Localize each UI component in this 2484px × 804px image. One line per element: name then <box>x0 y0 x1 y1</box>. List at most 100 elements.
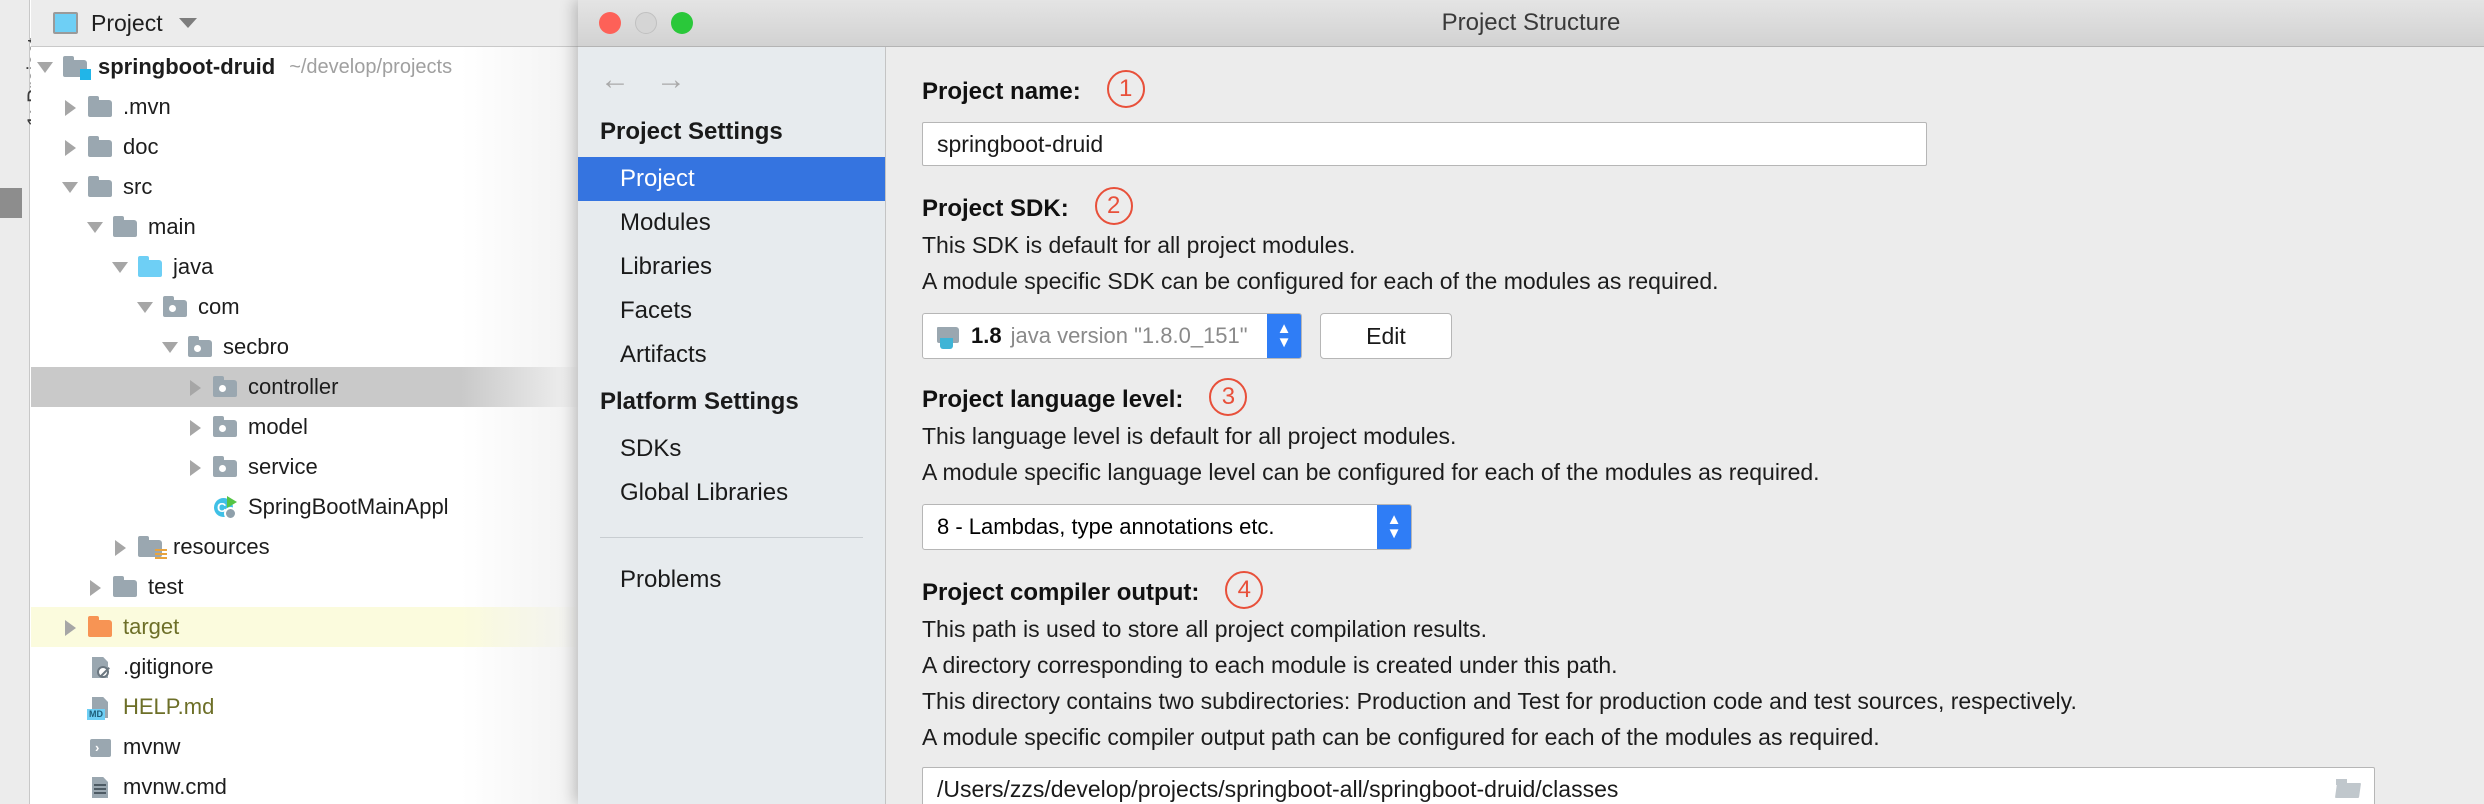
annotation-marker-4: 4 <box>1225 571 1264 609</box>
target-folder-icon <box>88 616 114 638</box>
tree-row[interactable]: resources <box>31 527 581 567</box>
tree-item-label: test <box>148 574 184 599</box>
package-folder-icon <box>163 296 189 318</box>
tree-row[interactable]: springboot-druid ~/develop/projects <box>31 47 581 87</box>
ignored-file-icon <box>88 656 114 678</box>
stepper-arrows-icon[interactable]: ▲ ▼ <box>1267 314 1301 358</box>
chevron-down-icon[interactable] <box>137 298 155 316</box>
project-toolwindow-header: Project <box>31 0 581 47</box>
tree-row[interactable]: MD HELP.md <box>31 687 581 727</box>
tree-item-label: springboot-druid <box>98 54 276 79</box>
project-name-input[interactable]: springboot-druid <box>922 122 1927 166</box>
tree-row[interactable]: doc <box>31 127 581 167</box>
sdk-version-value: 1.8 <box>971 323 1002 348</box>
tree-row[interactable]: test <box>31 567 581 607</box>
language-level-dropdown[interactable]: 8 - Lambdas, type annotations etc. ▲ ▼ <box>922 504 1412 550</box>
dialog-content-panel: Project name: 1 springboot-druid Project… <box>886 47 2484 804</box>
language-level-label: Project language level: <box>922 386 1184 413</box>
section-project-language-level: Project language level: 3 This language … <box>922 378 2484 550</box>
tree-item-label: main <box>148 214 196 239</box>
tree-item-label: controller <box>248 374 339 399</box>
chevron-right-icon[interactable] <box>62 618 80 636</box>
tree-item-label: SpringBootMainAppl <box>248 494 449 519</box>
chevron-right-icon[interactable] <box>87 578 105 596</box>
tree-item-label: secbro <box>223 334 290 359</box>
sidebar-item-artifacts[interactable]: Artifacts <box>578 333 885 377</box>
chevron-down-icon[interactable] <box>112 258 130 276</box>
chevron-right-icon[interactable] <box>187 378 205 396</box>
tool-window-handle[interactable] <box>0 188 22 218</box>
project-sdk-description-line1: This SDK is default for all project modu… <box>922 232 1356 258</box>
back-arrow-icon[interactable]: ← <box>600 65 630 95</box>
sidebar-item-modules[interactable]: Modules <box>578 201 885 245</box>
tree-row[interactable]: secbro <box>31 327 581 367</box>
project-structure-dialog: Project Structure ← → Project Settings P… <box>578 0 2484 804</box>
tree-row[interactable]: service <box>31 447 581 487</box>
chevron-right-icon[interactable] <box>187 458 205 476</box>
sidebar-item-project[interactable]: Project <box>578 157 885 201</box>
sidebar-item-facets[interactable]: Facets <box>578 289 885 333</box>
sidebar-item-global-libraries[interactable]: Global Libraries <box>578 471 885 515</box>
browse-folder-icon[interactable] <box>2336 779 2362 799</box>
dialog-title: Project Structure <box>1441 9 1621 36</box>
tree-row[interactable]: model <box>31 407 581 447</box>
tree-row[interactable]: › mvnw <box>31 727 581 767</box>
chevron-right-icon[interactable] <box>62 138 80 156</box>
tree-item-label: mvnw <box>123 734 181 759</box>
tree-row[interactable]: C SpringBootMainAppl <box>31 487 581 527</box>
tree-row[interactable]: controller <box>31 367 581 407</box>
compiler-output-description-line3: This directory contains two subdirectori… <box>922 688 2077 714</box>
package-folder-icon <box>213 416 239 438</box>
tree-row[interactable]: mvnw.cmd <box>31 767 581 804</box>
tree-row[interactable]: .mvn <box>31 87 581 127</box>
tree-item-label: doc <box>123 134 159 159</box>
tree-row[interactable]: target <box>31 607 581 647</box>
tree-row[interactable]: .gitignore <box>31 647 581 687</box>
folder-icon <box>88 96 114 118</box>
tree-row[interactable]: java <box>31 247 581 287</box>
tree-item-label: mvnw.cmd <box>123 774 227 799</box>
sidebar-item-libraries[interactable]: Libraries <box>578 245 885 289</box>
compiler-output-description-line4: A module specific compiler output path c… <box>922 724 1880 750</box>
text-file-icon <box>88 776 114 798</box>
sidebar-group-project-settings: Project Settings <box>600 118 783 145</box>
folder-icon <box>88 136 114 158</box>
tree-item-label: service <box>248 454 318 479</box>
tree-row[interactable]: src <box>31 167 581 207</box>
tree-item-label: model <box>248 414 308 439</box>
chevron-down-icon[interactable] <box>178 18 197 28</box>
stepper-arrows-icon[interactable]: ▲ ▼ <box>1377 505 1411 549</box>
sidebar-item-problems[interactable]: Problems <box>578 558 885 602</box>
tree-item-label: com <box>198 294 240 319</box>
sidebar-item-sdks[interactable]: SDKs <box>578 427 885 471</box>
resources-folder-icon <box>138 536 167 559</box>
language-level-description-line1: This language level is default for all p… <box>922 423 1457 449</box>
tree-item-label: HELP.md <box>123 694 215 719</box>
tree-row[interactable]: main <box>31 207 581 247</box>
package-folder-icon <box>213 456 239 478</box>
chevron-down-icon[interactable] <box>162 338 180 356</box>
chevron-right-icon[interactable] <box>62 98 80 116</box>
section-compiler-output: Project compiler output: 4 This path is … <box>922 571 2484 804</box>
forward-arrow-icon[interactable]: → <box>656 65 686 95</box>
compiler-output-input[interactable]: /Users/zzs/develop/projects/springboot-a… <box>922 767 2375 804</box>
dialog-body: ← → Project Settings Project Modules Lib… <box>578 47 2484 804</box>
chevron-down-icon[interactable] <box>87 218 105 236</box>
folder-icon <box>113 216 139 238</box>
project-tree[interactable]: springboot-druid ~/develop/projects .mvn do… <box>31 47 581 804</box>
chevron-right-icon[interactable] <box>112 538 130 556</box>
tree-item-path: ~/develop/projects <box>289 55 453 78</box>
chevron-down-icon[interactable] <box>62 178 80 196</box>
folder-icon <box>88 176 114 198</box>
tree-row[interactable]: com <box>31 287 581 327</box>
project-sdk-dropdown[interactable]: 1.8 java version "1.8.0_151" ▲ ▼ <box>922 313 1302 359</box>
tree-item-label: resources <box>173 534 270 559</box>
sidebar-group-platform-settings: Platform Settings <box>600 388 799 415</box>
section-project-sdk: Project SDK: 2 This SDK is default for a… <box>922 187 2484 359</box>
chevron-right-icon[interactable] <box>187 418 205 436</box>
chevron-down-icon[interactable] <box>37 58 55 76</box>
language-level-value: 8 - Lambdas, type annotations etc. <box>937 514 1275 539</box>
edit-sdk-button[interactable]: Edit <box>1320 313 1452 359</box>
